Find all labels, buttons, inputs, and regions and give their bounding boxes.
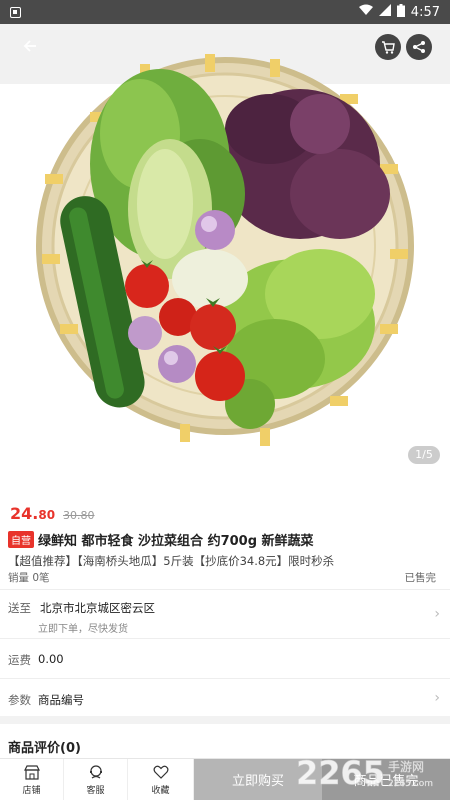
promo-text: 【超值推荐】【海南桥头地瓜】5斤装【抄底价34.8元】限时秒杀 bbox=[8, 554, 335, 568]
app-notification-icon bbox=[10, 6, 21, 18]
product-image bbox=[0, 24, 450, 494]
svg-text:手游网: 手游网 bbox=[388, 760, 424, 774]
reviews-title[interactable]: 商品评价(0) bbox=[8, 737, 81, 756]
current-price: 24.80 bbox=[10, 504, 55, 523]
delivery-note: 立即下单，尽快发货 bbox=[38, 624, 128, 635]
service-label: 客服 bbox=[86, 786, 105, 796]
divider bbox=[0, 589, 450, 590]
price-row: 24.80 30.80 bbox=[10, 504, 95, 523]
section-separator bbox=[0, 716, 450, 724]
product-image-gallery[interactable] bbox=[0, 24, 450, 494]
status-time: 4:57 bbox=[410, 4, 440, 20]
watermark-logo: 2265 手游网 2265.com bbox=[296, 754, 433, 792]
product-title-row: 自营 绿鲜知 都市轻食 沙拉菜组合 约700g 新鲜蔬菜 bbox=[8, 530, 442, 549]
sold-out-label: 已售完 bbox=[404, 572, 437, 584]
svg-text:2265.com: 2265.com bbox=[388, 779, 433, 789]
divider bbox=[0, 638, 450, 639]
favorite-label: 收藏 bbox=[151, 786, 170, 796]
store-icon bbox=[23, 763, 41, 781]
signal-icon bbox=[378, 4, 391, 20]
share-button[interactable] bbox=[406, 34, 432, 60]
store-tab[interactable]: 店铺 bbox=[0, 759, 64, 800]
sales-count: 销量 0笔 bbox=[8, 572, 50, 584]
cart-icon bbox=[382, 40, 395, 54]
product-title: 绿鲜知 都市轻食 沙拉菜组合 约700g 新鲜蔬菜 bbox=[38, 534, 314, 549]
cart-button[interactable] bbox=[375, 34, 401, 60]
customer-service-icon bbox=[87, 763, 105, 781]
top-bar bbox=[0, 24, 450, 70]
favorite-tab[interactable]: 收藏 bbox=[128, 759, 194, 800]
status-right: 4:57 bbox=[358, 3, 440, 21]
back-arrow-icon bbox=[23, 40, 36, 52]
status-left bbox=[10, 6, 21, 18]
chevron-right-icon: › bbox=[434, 606, 440, 622]
shipping-label: 运费 bbox=[8, 653, 31, 667]
share-icon bbox=[413, 41, 425, 53]
store-label: 店铺 bbox=[22, 786, 41, 796]
service-tab[interactable]: 客服 bbox=[64, 759, 128, 800]
self-operated-badge: 自营 bbox=[8, 531, 34, 548]
battery-icon bbox=[396, 3, 405, 21]
svg-text:2265: 2265 bbox=[296, 754, 385, 792]
shipping-value: 0.00 bbox=[38, 652, 64, 666]
image-pager: 1/5 bbox=[408, 446, 440, 464]
original-price: 30.80 bbox=[63, 509, 95, 522]
params-value: 商品编号 bbox=[38, 693, 84, 707]
back-button[interactable] bbox=[16, 34, 44, 62]
price-integer: 24. bbox=[10, 504, 39, 523]
divider bbox=[0, 678, 450, 679]
status-bar: 4:57 bbox=[0, 0, 450, 24]
params-label: 参数 bbox=[8, 693, 31, 707]
chevron-right-icon: › bbox=[434, 690, 440, 706]
delivery-address: 北京市北京城区密云区 bbox=[40, 601, 155, 615]
delivery-label: 送至 bbox=[8, 601, 31, 615]
price-decimal: 80 bbox=[38, 508, 56, 522]
wifi-icon bbox=[358, 4, 373, 20]
heart-icon bbox=[152, 763, 170, 781]
